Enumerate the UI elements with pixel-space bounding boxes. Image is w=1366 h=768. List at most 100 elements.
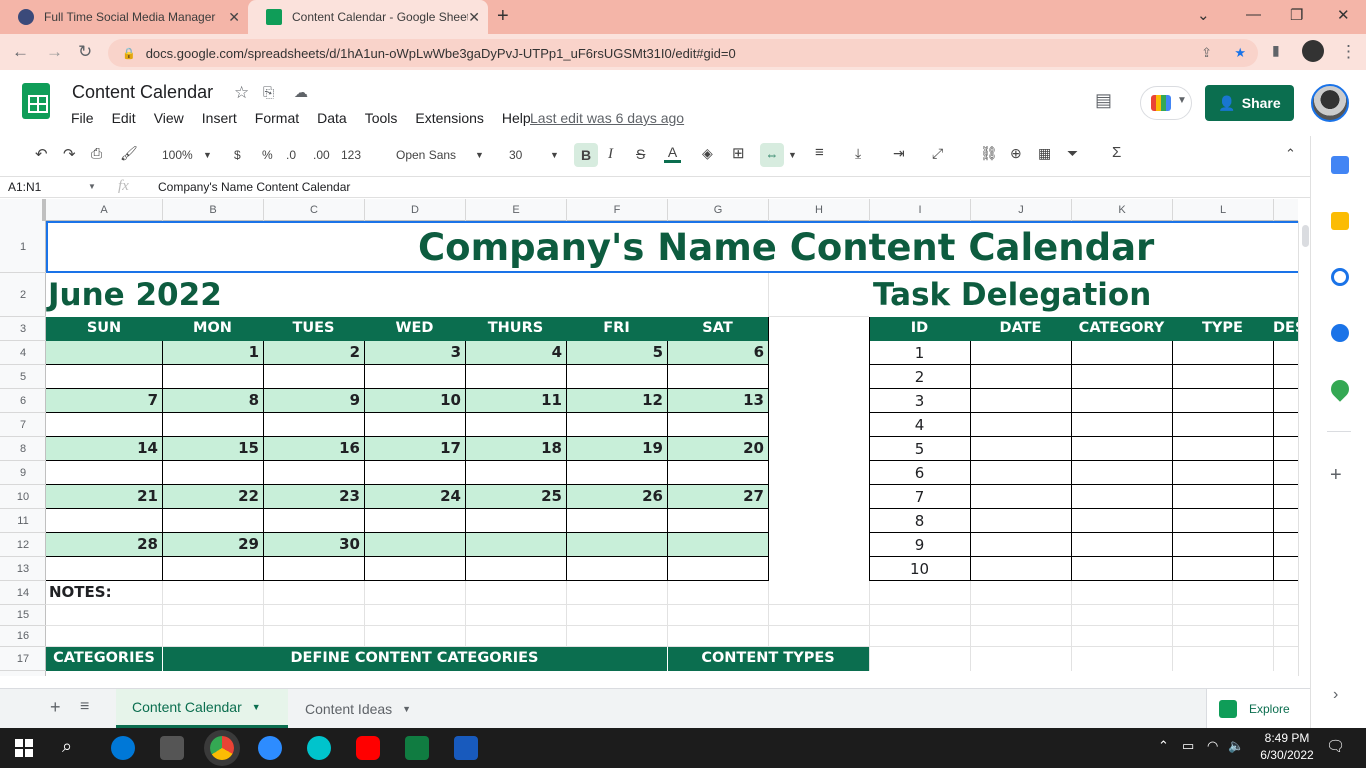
skype-icon[interactable] [111, 736, 135, 760]
reload-icon[interactable]: ↻ [78, 42, 92, 62]
currency-button[interactable]: $ [234, 148, 241, 162]
weekday-header[interactable]: MON [162, 320, 263, 336]
row-header[interactable]: 7 [0, 413, 46, 437]
fill-color-icon[interactable]: ◈ [702, 145, 713, 162]
weekday-header[interactable]: TUES [263, 320, 364, 336]
text-rotation-icon[interactable]: ⤢ [932, 145, 943, 162]
calendar-date-cell[interactable]: 17 [364, 439, 461, 457]
close-tab-icon[interactable]: ✕ [228, 9, 240, 26]
account-avatar[interactable] [1311, 84, 1349, 122]
row-header[interactable]: 5 [0, 365, 46, 389]
task-id-cell[interactable]: 6 [869, 464, 970, 482]
calendar-date-cell[interactable]: 28 [46, 535, 158, 553]
column-header[interactable]: A [46, 199, 163, 221]
share-page-icon[interactable]: ⇪ [1201, 45, 1212, 61]
tasks-icon[interactable] [1331, 268, 1349, 286]
calendar-date-cell[interactable]: 15 [162, 439, 259, 457]
share-button[interactable]: 👤 Share [1205, 85, 1294, 121]
chevron-down-icon[interactable]: ▼ [788, 150, 797, 160]
wifi-icon[interactable]: ◠ [1207, 738, 1218, 754]
menu-help[interactable]: Help [502, 110, 531, 126]
task-header-category[interactable]: CATEGORY [1071, 320, 1172, 336]
cloud-status-icon[interactable]: ☁ [294, 84, 308, 101]
bookmark-star-icon[interactable]: ★ [1234, 45, 1246, 61]
calendar-date-cell[interactable]: 14 [46, 439, 158, 457]
row-header[interactable]: 11 [0, 509, 46, 533]
row-header[interactable]: 12 [0, 533, 46, 557]
calendar-date-cell[interactable]: 12 [566, 391, 663, 409]
menu-data[interactable]: Data [317, 110, 347, 126]
calendar-date-cell[interactable]: 4 [465, 343, 562, 361]
meet-button[interactable]: ▼ [1140, 86, 1192, 120]
row-header[interactable]: 1 [0, 221, 46, 273]
calendar-date-cell[interactable]: 19 [566, 439, 663, 457]
task-id-cell[interactable]: 3 [869, 392, 970, 410]
calendar-date-cell[interactable]: 21 [46, 487, 158, 505]
chevron-down-icon[interactable]: ▼ [475, 150, 484, 160]
clock-time[interactable]: 8:49 PM [1258, 731, 1316, 745]
sheet-tab-content-ideas[interactable]: Content Ideas ▼ [290, 689, 438, 728]
menu-insert[interactable]: Insert [202, 110, 237, 126]
calendar-date-cell[interactable]: 16 [263, 439, 360, 457]
battery-icon[interactable]: ▭ [1182, 738, 1194, 754]
column-header[interactable]: E [466, 199, 567, 221]
notifications-icon[interactable]: 🗨 [1326, 737, 1345, 755]
calendar-main-title[interactable]: Company's Name Content Calendar [418, 226, 1154, 269]
insert-chart-icon[interactable]: ▦ [1038, 145, 1051, 162]
calendar-date-cell[interactable]: 23 [263, 487, 360, 505]
tab-search-icon[interactable]: ⌄ [1197, 6, 1210, 24]
column-header[interactable]: C [264, 199, 365, 221]
font-size-select[interactable]: 30 [509, 148, 522, 162]
chevron-down-icon[interactable]: ▼ [203, 150, 212, 160]
spreadsheet-grid[interactable]: Company's Name Content Calendar June 202… [46, 221, 1298, 676]
column-header[interactable]: K [1072, 199, 1173, 221]
row-header[interactable]: 2 [0, 273, 46, 317]
column-header[interactable]: F [567, 199, 668, 221]
calendar-date-cell[interactable]: 6 [667, 343, 764, 361]
task-id-cell[interactable]: 9 [869, 536, 970, 554]
comments-icon[interactable]: ▤ [1095, 90, 1112, 111]
maximize-icon[interactable]: ❐ [1290, 6, 1303, 24]
chevron-down-icon[interactable]: ▼ [88, 182, 96, 191]
weekday-header[interactable]: WED [364, 320, 465, 336]
excel-icon[interactable] [405, 736, 429, 760]
clock-date[interactable]: 6/30/2022 [1254, 748, 1320, 762]
more-formats-button[interactable]: 123 [341, 148, 361, 162]
calendar-date-cell[interactable]: 5 [566, 343, 663, 361]
calendar-date-cell[interactable]: 29 [162, 535, 259, 553]
vertical-scrollbar-thumb[interactable] [1302, 225, 1309, 247]
keep-icon[interactable] [1331, 212, 1349, 230]
close-window-icon[interactable]: ✕ [1337, 6, 1350, 24]
task-id-cell[interactable]: 2 [869, 368, 970, 386]
task-delegation-title[interactable]: Task Delegation [873, 277, 1151, 313]
zoom-icon[interactable] [258, 736, 282, 760]
chevron-down-icon[interactable]: ▼ [402, 704, 411, 714]
row-header[interactable]: 6 [0, 389, 46, 413]
calendar-date-cell[interactable]: 13 [667, 391, 764, 409]
calendar-date-cell[interactable]: 9 [263, 391, 360, 409]
define-categories-header[interactable]: DEFINE CONTENT CATEGORIES [162, 650, 667, 666]
maps-icon[interactable] [1327, 376, 1353, 402]
minimize-icon[interactable]: — [1246, 6, 1261, 23]
new-tab-icon[interactable]: + [497, 5, 509, 28]
row-header[interactable]: 4 [0, 341, 46, 365]
address-bar[interactable]: 🔒 docs.google.com/spreadsheets/d/1hA1un-… [108, 39, 1258, 67]
font-select[interactable]: Open Sans [396, 148, 456, 162]
menu-format[interactable]: Format [255, 110, 299, 126]
weekday-header[interactable]: FRI [566, 320, 667, 336]
menu-extensions[interactable]: Extensions [415, 110, 483, 126]
calendar-date-cell[interactable]: 20 [667, 439, 764, 457]
calendar-date-cell[interactable]: 2 [263, 343, 360, 361]
browser-menu-icon[interactable]: ⋮ [1340, 42, 1357, 62]
task-id-cell[interactable]: 1 [869, 344, 970, 362]
name-box[interactable]: A1:N1 [8, 180, 41, 194]
zoom-select[interactable]: 100% [162, 148, 193, 162]
move-folder-icon[interactable]: ⎘ [263, 84, 274, 101]
back-icon[interactable]: ← [12, 42, 29, 62]
percent-button[interactable]: % [262, 148, 273, 162]
camera-icon[interactable] [160, 736, 184, 760]
show-hidden-icons-icon[interactable]: ⌃ [1158, 738, 1169, 754]
row-header[interactable]: 17 [0, 647, 46, 671]
calendar-date-cell[interactable]: 18 [465, 439, 562, 457]
contacts-icon[interactable] [1331, 324, 1349, 342]
